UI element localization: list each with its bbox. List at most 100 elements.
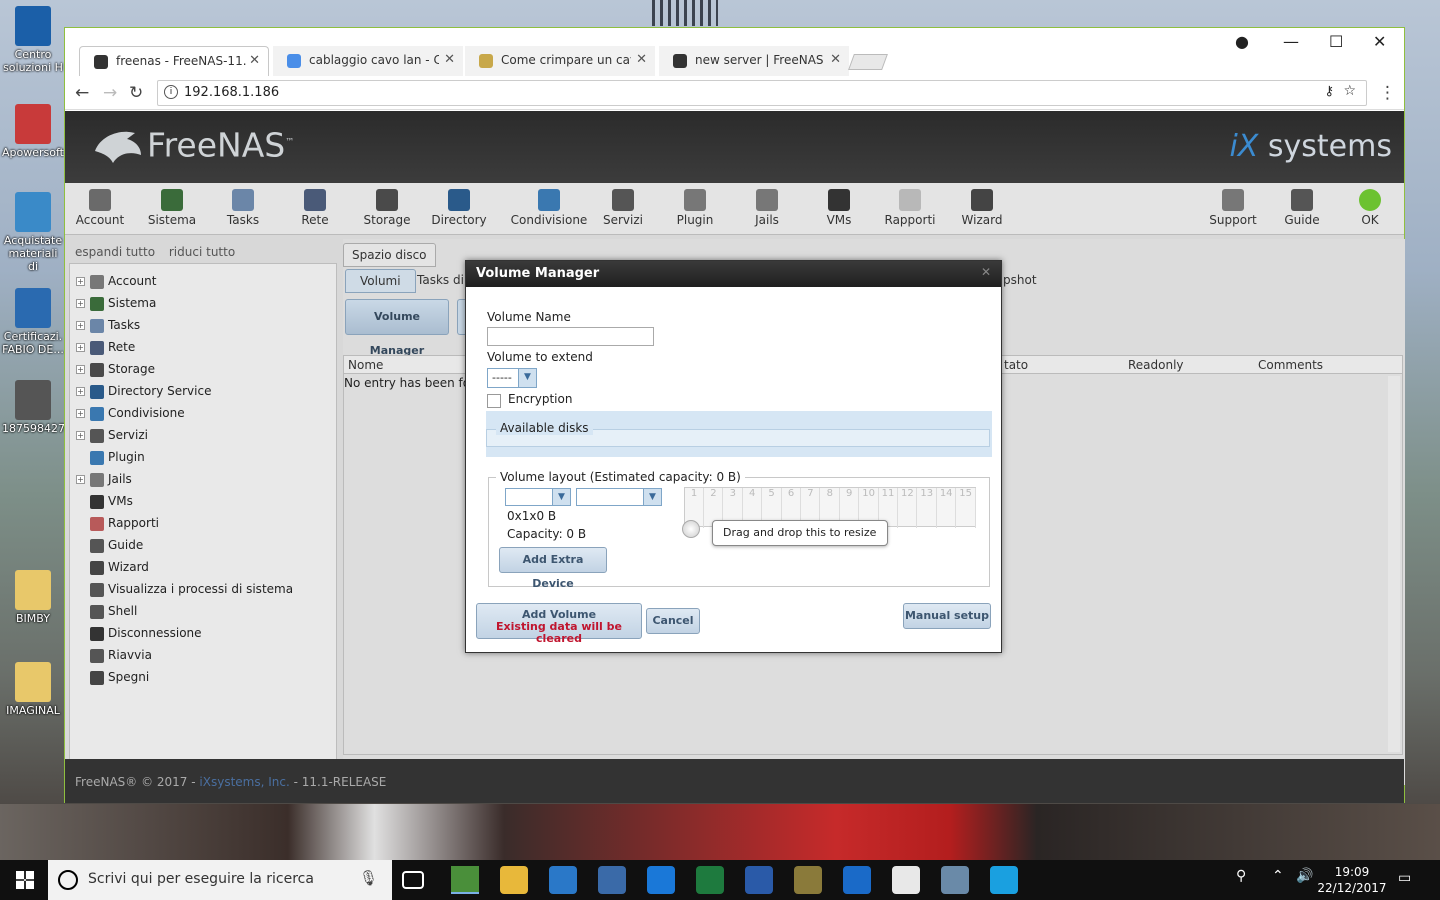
sidebar-item-spegni[interactable]: Spegni: [76, 670, 149, 690]
chrome-icon[interactable]: [451, 866, 479, 894]
expand-plus-icon[interactable]: +: [76, 343, 85, 352]
toolbar-wizard[interactable]: Wizard: [947, 189, 1017, 227]
tool-icon[interactable]: [794, 866, 822, 894]
sidebar-item-vms[interactable]: VMs: [76, 494, 133, 514]
forward-icon[interactable]: →: [103, 83, 117, 103]
microphone-icon[interactable]: 🎙: [359, 869, 378, 887]
tab-close-icon[interactable]: ✕: [444, 52, 455, 67]
tab-tasks[interactable]: Tasks di: [409, 269, 472, 291]
sidebar-item-directory-service[interactable]: + Directory Service: [76, 384, 211, 404]
back-icon[interactable]: ←: [75, 83, 89, 103]
grid-scrollbar[interactable]: [1388, 376, 1400, 752]
taskbar-clock[interactable]: 19:09 22/12/2017: [1316, 864, 1388, 896]
task-view-icon[interactable]: [402, 871, 424, 889]
expand-plus-icon[interactable]: +: [76, 475, 85, 484]
toolbar-guide[interactable]: Guide: [1267, 189, 1337, 227]
tab-close-icon[interactable]: ✕: [249, 53, 260, 68]
sidebar-item-storage[interactable]: + Storage: [76, 362, 155, 382]
sidebar-item-tasks[interactable]: + Tasks: [76, 318, 140, 338]
tab-close-icon[interactable]: ✕: [636, 52, 647, 67]
desktop-shortcut[interactable]: BIMBY: [2, 570, 64, 625]
layout-type-select[interactable]: ▼: [505, 488, 571, 506]
sidebar-item-account[interactable]: + Account: [76, 274, 156, 294]
disk-slot[interactable]: 14: [937, 488, 957, 528]
expand-plus-icon[interactable]: +: [76, 365, 85, 374]
expand-plus-icon[interactable]: +: [76, 299, 85, 308]
resize-handle-icon[interactable]: [682, 520, 700, 538]
windows-start-icon[interactable]: [16, 871, 34, 889]
sidebar-item-wizard[interactable]: Wizard: [76, 560, 149, 580]
sidebar-item-riavvia[interactable]: Riavvia: [76, 648, 152, 668]
encryption-checkbox[interactable]: [487, 394, 501, 408]
toolbar-directory[interactable]: Directory: [424, 189, 494, 227]
toolbar-servizi[interactable]: Servizi: [588, 189, 658, 227]
desktop-shortcut[interactable]: Centro soluzioni H: [2, 6, 64, 74]
sidebar-item-jails[interactable]: + Jails: [76, 472, 132, 492]
desktop-shortcut[interactable]: 187598427...: [2, 380, 75, 435]
notifications-icon[interactable]: ▭: [1398, 870, 1411, 886]
file-explorer-icon[interactable]: [500, 866, 528, 894]
freenas-logo[interactable]: FreeNAS™: [91, 125, 294, 169]
dialog-close-icon[interactable]: ✕: [981, 265, 991, 279]
bookmark-star-icon[interactable]: ☆: [1343, 83, 1356, 99]
skype-icon[interactable]: [990, 866, 1018, 894]
toolbar-rapporti[interactable]: Rapporti: [875, 189, 945, 227]
desktop-shortcut[interactable]: Certificazi. FABIO DE...: [2, 288, 64, 356]
sidebar-item-condivisione[interactable]: + Condivisione: [76, 406, 185, 426]
teamviewer-icon[interactable]: [843, 866, 871, 894]
globe-icon[interactable]: [941, 866, 969, 894]
tab-close-icon[interactable]: ✕: [830, 52, 841, 67]
add-extra-device-button[interactable]: Add Extra Device: [499, 547, 607, 590]
network-globe-icon[interactable]: [598, 866, 626, 894]
browser-tab[interactable]: freenas - FreeNAS-11.1-F✕: [79, 46, 269, 76]
people-icon[interactable]: ⚲: [1236, 868, 1246, 884]
edge-icon[interactable]: [647, 866, 675, 894]
toolbar-vms[interactable]: VMs: [804, 189, 874, 227]
tray-chevron-up-icon[interactable]: ⌃: [1272, 868, 1284, 884]
sidebar-item-visualizza-i-processi-di-sistema[interactable]: Visualizza i processi di sistema: [76, 582, 293, 602]
sidebar-item-rete[interactable]: + Rete: [76, 340, 135, 360]
tab-volumi[interactable]: Volumi: [345, 269, 416, 293]
ixsystems-logo[interactable]: iX systems: [1229, 129, 1392, 164]
toolbar-account[interactable]: Account: [65, 189, 135, 227]
toolbar-rete[interactable]: Rete: [280, 189, 350, 227]
store-icon[interactable]: [549, 866, 577, 894]
word-icon[interactable]: [745, 866, 773, 894]
sidebar-item-disconnessione[interactable]: Disconnessione: [76, 626, 202, 646]
sidebar-item-shell[interactable]: Shell: [76, 604, 137, 624]
disk-slot[interactable]: 13: [918, 488, 937, 528]
browser-tab[interactable]: cablaggio cavo lan - Cer ✕: [273, 46, 463, 76]
toolbar-ok[interactable]: OK: [1335, 189, 1405, 227]
toolbar-jails[interactable]: Jails: [732, 189, 802, 227]
mail-icon[interactable]: [892, 866, 920, 894]
menu-kebab-icon[interactable]: ⋮: [1379, 83, 1396, 103]
expand-plus-icon[interactable]: +: [76, 387, 85, 396]
toolbar-support[interactable]: Support: [1198, 189, 1268, 227]
expand-plus-icon[interactable]: +: [76, 409, 85, 418]
col-comments[interactable]: Comments: [1258, 358, 1323, 372]
toolbar-storage[interactable]: Storage: [352, 189, 422, 227]
browser-tab[interactable]: Come crimpare un cavo ✕: [465, 46, 655, 76]
close-window-icon[interactable]: ✕: [1373, 32, 1386, 51]
add-volume-button[interactable]: Add Volume Existing data will be cleared: [476, 603, 642, 645]
col-nome[interactable]: Nome: [348, 358, 383, 372]
browser-tab[interactable]: new server | FreeNAS Co ✕: [659, 46, 849, 76]
toolbar-sistema[interactable]: Sistema: [137, 189, 207, 227]
info-icon[interactable]: i: [164, 85, 178, 99]
sidebar-item-sistema[interactable]: + Sistema: [76, 296, 156, 316]
url-field[interactable]: i 192.168.1.186 ⚷ ☆: [157, 80, 1367, 106]
key-icon[interactable]: ⚷: [1324, 84, 1334, 99]
expand-all-link[interactable]: espandi tutto: [75, 245, 155, 259]
excel-icon[interactable]: [696, 866, 724, 894]
minimize-icon[interactable]: —: [1283, 32, 1299, 51]
sidebar-item-plugin[interactable]: Plugin: [76, 450, 145, 470]
maximize-icon[interactable]: ☐: [1329, 32, 1343, 51]
sidebar-item-guide[interactable]: Guide: [76, 538, 143, 558]
footer-company-link[interactable]: iXsystems, Inc.: [199, 775, 289, 789]
disk-slot[interactable]: 12: [898, 488, 918, 528]
col-stato[interactable]: tato: [1004, 358, 1028, 372]
manual-setup-button[interactable]: Manual setup: [903, 603, 991, 629]
desktop-shortcut[interactable]: IMAGINAL: [2, 662, 64, 717]
sidebar-item-servizi[interactable]: + Servizi: [76, 428, 148, 448]
taskbar-search[interactable]: Scrivi qui per eseguire la ricerca 🎙: [48, 860, 392, 900]
